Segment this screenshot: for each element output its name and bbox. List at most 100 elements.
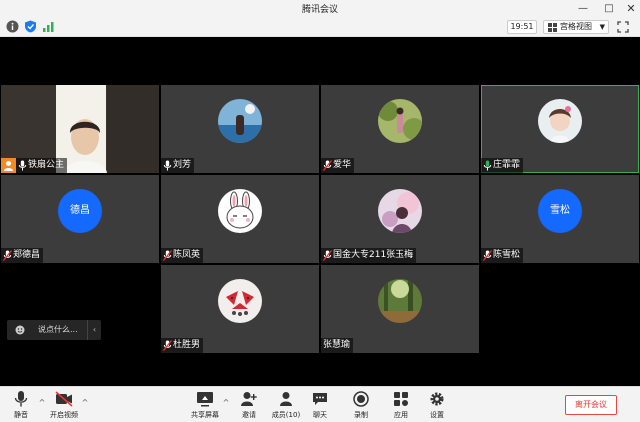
chat-quick-input[interactable]: 说点什么... ‹ <box>7 320 101 340</box>
share-screen-button[interactable]: 共享屏幕 <box>187 390 223 422</box>
record-icon <box>353 391 369 407</box>
record-button[interactable]: 录制 <box>343 390 379 422</box>
participant-avatar <box>378 189 422 233</box>
participant-tile[interactable]: 杜胜男 <box>161 265 319 353</box>
microphone-muted-icon <box>3 250 12 261</box>
microphone-muted-icon <box>163 250 172 261</box>
participant-name: 陈凤英 <box>173 250 201 260</box>
participant-tile[interactable]: 雪松 陈雪松 <box>481 175 639 263</box>
participant-nameplate: 杜胜男 <box>161 338 204 353</box>
participant-tile[interactable]: 铁扇公主 <box>1 85 159 173</box>
mute-label: 静音 <box>14 411 28 419</box>
members-label: 成员(10) <box>271 411 301 419</box>
window-title: 腾讯会议 <box>301 5 338 15</box>
participant-nameplate: 刘芳 <box>161 158 195 173</box>
microphone-muted-icon <box>323 160 332 171</box>
view-mode-label: 宫格视图 <box>560 22 592 31</box>
video-grid: 铁扇公主 刘芳 爱华 庄霏霏 德昌 郑德昌 陈凤英 国金大专211张玉梅 雪松 … <box>0 38 640 386</box>
participant-nameplate: 张慧瑜 <box>321 338 354 353</box>
participant-initials-avatar: 雪松 <box>538 189 582 233</box>
participant-avatar <box>378 99 422 143</box>
participant-name: 张慧瑜 <box>323 340 351 350</box>
microphone-icon <box>163 160 172 171</box>
collapse-chevron-icon[interactable]: ‹ <box>87 320 101 340</box>
participant-tile[interactable]: 陈凤英 <box>161 175 319 263</box>
participant-avatar <box>218 279 262 323</box>
participant-name: 铁扇公主 <box>28 160 65 170</box>
microphone-speaking-icon <box>483 160 492 171</box>
microphone-muted-icon <box>323 250 332 261</box>
apps-button[interactable]: 应用 <box>383 390 419 422</box>
mute-button[interactable]: 静音 <box>3 390 39 422</box>
video-off-icon <box>55 391 73 407</box>
participant-nameplate: 郑德昌 <box>1 248 44 263</box>
participant-tile[interactable]: 德昌 郑德昌 <box>1 175 159 263</box>
chat-button[interactable]: 聊天 <box>302 390 338 422</box>
leave-meeting-button[interactable]: 离开会议 <box>565 395 617 415</box>
members-button[interactable]: 成员(10) <box>268 390 304 422</box>
participant-avatar <box>218 189 262 233</box>
participant-avatar <box>218 99 262 143</box>
participant-name: 刘芳 <box>173 160 192 170</box>
minimize-button[interactable]: — <box>572 0 594 17</box>
record-label: 录制 <box>354 411 368 419</box>
apps-icon <box>394 392 408 406</box>
participant-name: 爱华 <box>333 160 352 170</box>
participant-avatar <box>378 279 422 323</box>
participant-avatar <box>538 99 582 143</box>
microphone-icon <box>14 391 28 407</box>
participant-name: 杜胜男 <box>173 340 201 350</box>
settings-button[interactable]: 设置 <box>419 390 455 422</box>
close-button[interactable]: ✕ <box>620 0 640 17</box>
chevron-down-icon: ▼ <box>599 23 605 31</box>
participant-nameplate: 爱华 <box>321 158 355 173</box>
fullscreen-icon[interactable] <box>616 20 630 34</box>
invite-button[interactable]: 邀请 <box>231 390 267 422</box>
chat-icon <box>313 393 327 405</box>
members-icon <box>280 392 292 406</box>
share-options-chevron-icon[interactable]: ^ <box>221 398 231 408</box>
gear-icon <box>430 392 444 406</box>
view-mode-dropdown[interactable]: 宫格视图 ▼ <box>543 20 609 34</box>
microphone-muted-icon <box>483 250 492 261</box>
participant-nameplate: 陈凤英 <box>161 248 204 263</box>
start-video-label: 开启视频 <box>50 411 78 419</box>
apps-label: 应用 <box>394 411 408 419</box>
microphone-muted-icon <box>163 340 172 351</box>
participant-tile[interactable]: 爱华 <box>321 85 479 173</box>
participant-name: 郑德昌 <box>13 250 41 260</box>
share-screen-icon <box>197 392 213 407</box>
title-bar: 腾讯会议 — □ ✕ <box>0 0 640 17</box>
participant-nameplate: 庄霏霏 <box>481 158 524 173</box>
chat-placeholder: 说点什么... <box>38 325 78 334</box>
grid-icon <box>548 23 557 32</box>
emoji-icon[interactable] <box>15 325 25 335</box>
settings-label: 设置 <box>430 411 444 419</box>
security-shield-icon[interactable] <box>24 20 37 33</box>
invite-user-icon <box>241 392 257 406</box>
chat-label: 聊天 <box>313 411 327 419</box>
signal-strength-icon[interactable] <box>42 20 55 33</box>
participant-initials-avatar: 德昌 <box>58 189 102 233</box>
participant-tile[interactable]: 国金大专211张玉梅 <box>321 175 479 263</box>
participant-name: 国金大专211张玉梅 <box>333 250 414 260</box>
participant-nameplate: 铁扇公主 <box>1 158 68 173</box>
participant-tile-active-speaker[interactable]: 庄霏霏 <box>481 85 639 173</box>
invite-label: 邀请 <box>242 411 256 419</box>
meeting-info-bar: 19:51 宫格视图 ▼ <box>0 17 640 37</box>
meeting-time: 19:51 <box>507 20 537 34</box>
host-icon <box>1 158 16 173</box>
maximize-button[interactable]: □ <box>598 0 620 17</box>
participant-nameplate: 国金大专211张玉梅 <box>321 248 417 263</box>
microphone-icon <box>18 160 27 171</box>
participant-name: 陈雪松 <box>493 250 521 260</box>
info-icon[interactable] <box>6 20 19 33</box>
participant-name: 庄霏霏 <box>493 160 521 170</box>
start-video-button[interactable]: 开启视频 <box>46 390 82 422</box>
video-options-chevron-icon[interactable]: ^ <box>80 398 90 408</box>
share-screen-label: 共享屏幕 <box>191 411 219 419</box>
meeting-toolbar: 静音 ^ 开启视频 ^ 共享屏幕 ^ 邀请 成员(10) 聊天 录制 应用 设置… <box>0 386 640 422</box>
participant-tile[interactable]: 张慧瑜 <box>321 265 479 353</box>
participant-tile[interactable]: 刘芳 <box>161 85 319 173</box>
participant-nameplate: 陈雪松 <box>481 248 524 263</box>
